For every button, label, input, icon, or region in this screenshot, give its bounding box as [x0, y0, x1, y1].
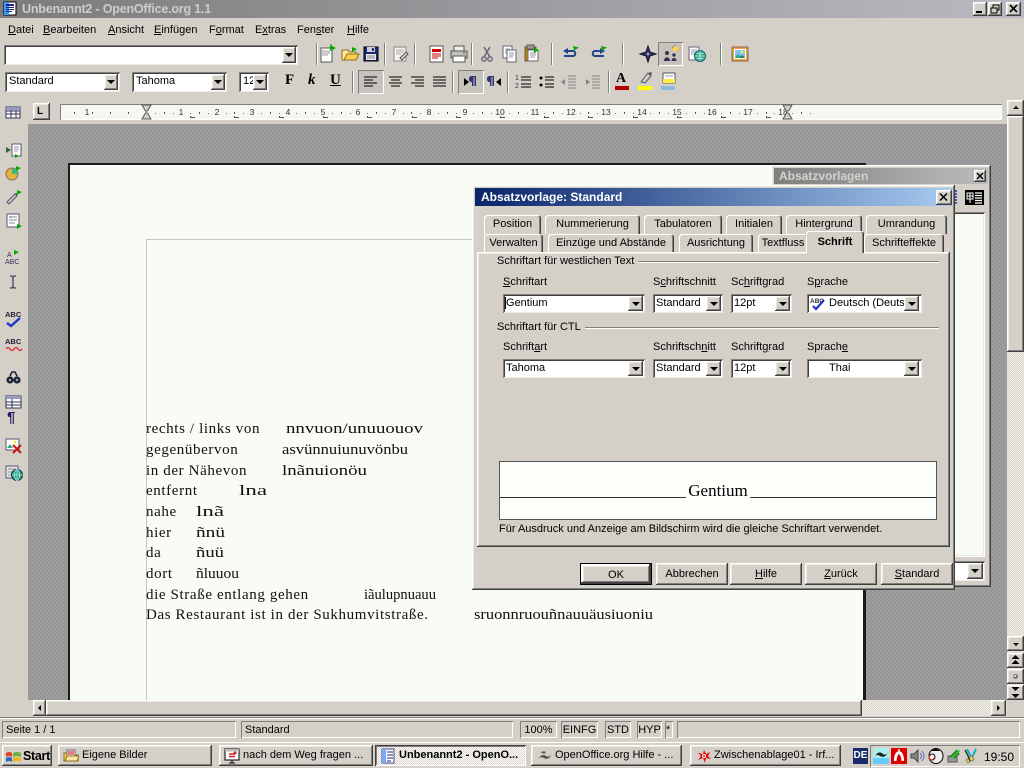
svg-text:ABC: ABC — [5, 259, 19, 266]
svg-text:A: A — [7, 252, 12, 259]
svg-text:ABC: ABC — [5, 337, 22, 346]
svg-text:1: 1 — [515, 75, 519, 82]
svg-text:2: 2 — [515, 83, 519, 90]
